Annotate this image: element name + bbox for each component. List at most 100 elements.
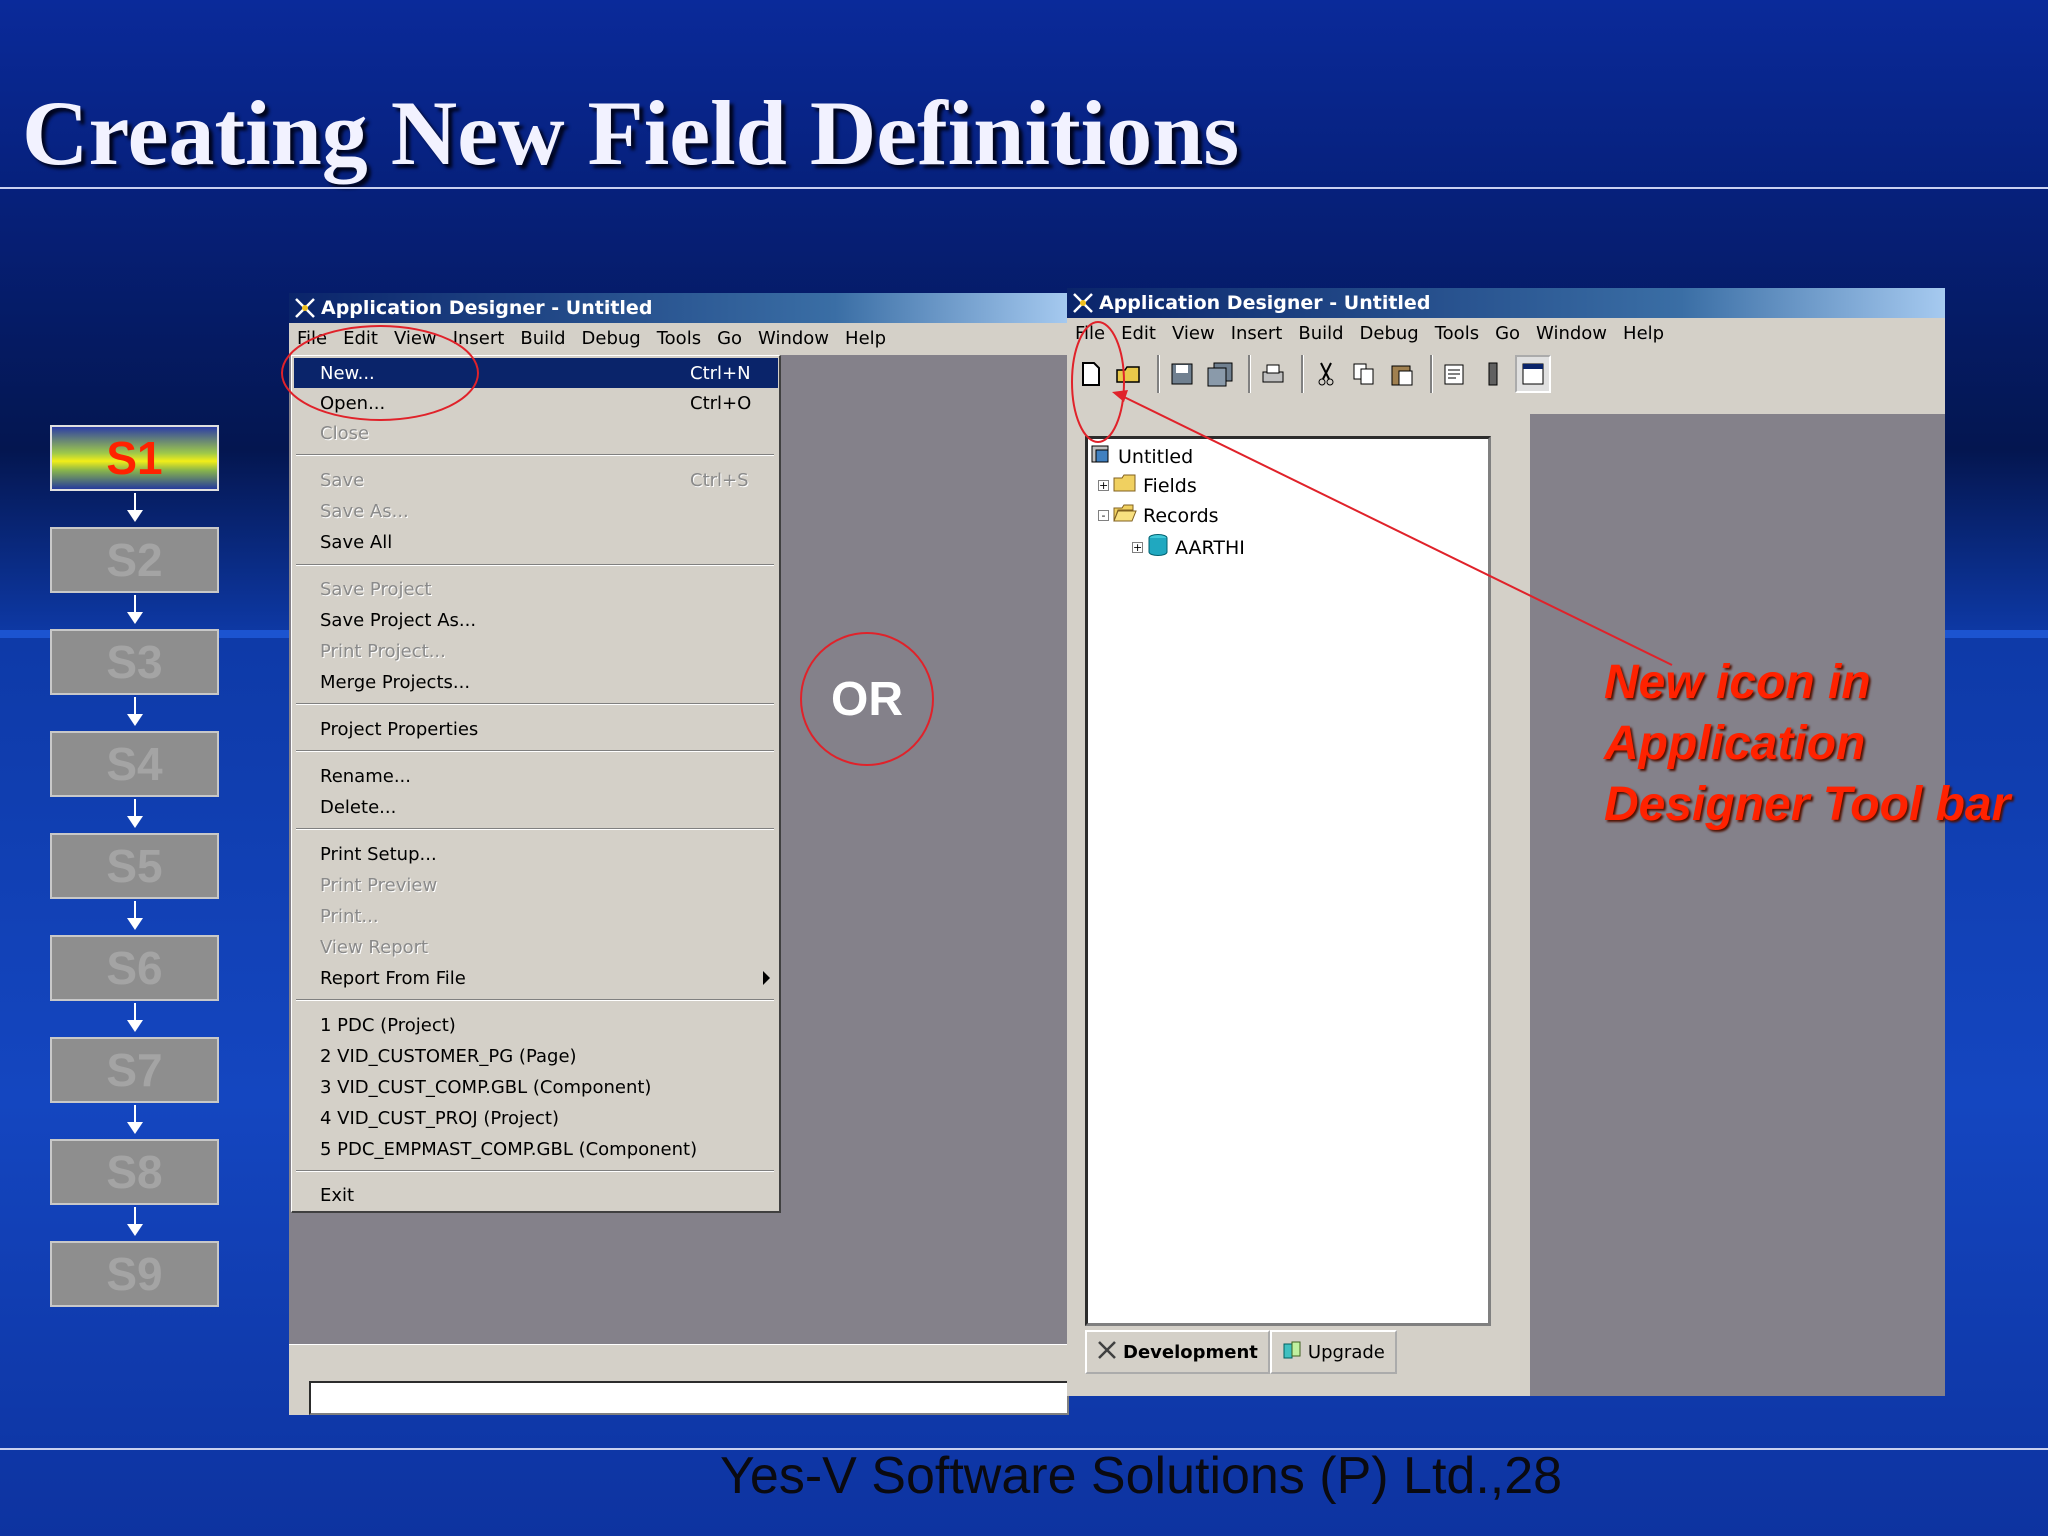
step-s6[interactable]: S6 xyxy=(50,935,219,1001)
workspace-tabs: Development Upgrade xyxy=(1085,1330,1397,1374)
menu-separator xyxy=(296,1170,774,1172)
tab-upgrade[interactable]: Upgrade xyxy=(1269,1330,1397,1374)
menu-tools[interactable]: Tools xyxy=(649,328,709,349)
menu-item-open[interactable]: Open... Ctrl+O xyxy=(294,388,778,418)
open-icon[interactable] xyxy=(1113,357,1145,391)
step-s8[interactable]: S8 xyxy=(50,1139,219,1205)
menu-separator xyxy=(296,703,774,705)
file-menu-dropdown: New... Ctrl+N Open... Ctrl+O Close Save Ctr… xyxy=(291,355,781,1213)
footer-text: Yes-V Software Solutions (P) Ltd.,28 xyxy=(720,1447,1563,1505)
toolbar-separator xyxy=(1430,355,1433,393)
menu-window[interactable]: Window xyxy=(1528,323,1615,344)
or-label: OR xyxy=(800,632,934,766)
menu-item-recent-4[interactable]: 4 VID_CUST_PROJ (Project) xyxy=(294,1103,778,1133)
menu-item-delete[interactable]: Delete... xyxy=(294,792,778,822)
menu-help[interactable]: Help xyxy=(837,328,894,349)
menu-view[interactable]: View xyxy=(386,328,445,349)
app-designer-icon xyxy=(1071,291,1095,315)
step-s4[interactable]: S4 xyxy=(50,731,219,797)
menu-insert[interactable]: Insert xyxy=(1223,323,1291,344)
slide-title: Creating New Field Definitions xyxy=(22,82,1240,184)
window-title: Application Designer - Untitled xyxy=(321,297,653,319)
toolbar-separator xyxy=(1301,355,1304,393)
menu-item-recent-1[interactable]: 1 PDC (Project) xyxy=(294,1010,778,1040)
menu-item-recent-5[interactable]: 5 PDC_EMPMAST_COMP.GBL (Component) xyxy=(294,1134,778,1164)
tab-development[interactable]: Development xyxy=(1085,1330,1270,1374)
menu-file[interactable]: File xyxy=(289,328,335,349)
menu-item-recent-2[interactable]: 2 VID_CUSTOMER_PG (Page) xyxy=(294,1041,778,1071)
project-icon xyxy=(1090,443,1112,470)
menu-item-recent-3[interactable]: 3 VID_CUST_COMP.GBL (Component) xyxy=(294,1072,778,1102)
menu-item-save-project-as[interactable]: Save Project As... xyxy=(294,605,778,635)
menu-item-print: Print... xyxy=(320,905,379,927)
output-window[interactable] xyxy=(309,1381,1069,1415)
menu-help[interactable]: Help xyxy=(1615,323,1672,344)
copy-icon[interactable] xyxy=(1348,357,1380,391)
menu-window[interactable]: Window xyxy=(750,328,837,349)
save-icon[interactable] xyxy=(1166,357,1198,391)
toolbar-separator xyxy=(1157,355,1160,393)
properties-icon[interactable] xyxy=(1439,357,1471,391)
step-s2[interactable]: S2 xyxy=(50,527,219,593)
step-s9[interactable]: S9 xyxy=(50,1241,219,1307)
print-icon[interactable] xyxy=(1257,357,1289,391)
tree-node-aarthi[interactable]: + AARTHI xyxy=(1132,533,1245,562)
menu-go[interactable]: Go xyxy=(1487,323,1528,344)
menu-build[interactable]: Build xyxy=(512,328,573,349)
title-divider xyxy=(0,187,2048,189)
new-icon[interactable] xyxy=(1075,357,1107,391)
menu-tools[interactable]: Tools xyxy=(1427,323,1487,344)
menu-item-save-all[interactable]: Save All xyxy=(294,527,778,557)
menu-debug[interactable]: Debug xyxy=(1352,323,1427,344)
menu-item-save-project: Save Project xyxy=(320,578,432,600)
menu-item-report-from-file[interactable]: Report From File xyxy=(294,963,778,993)
menu-item-project-properties[interactable]: Project Properties xyxy=(294,714,778,744)
expand-icon[interactable]: + xyxy=(1098,480,1109,491)
menu-separator xyxy=(296,999,774,1001)
project-workspace-tree[interactable]: Untitled + Fields - Records + AARTHI xyxy=(1085,436,1491,1326)
menu-insert[interactable]: Insert xyxy=(445,328,513,349)
step-arrow-icon xyxy=(127,1020,143,1032)
project-workspace-icon[interactable] xyxy=(1515,355,1551,393)
app-designer-window-toolbar: Application Designer - Untitled File Edi… xyxy=(1067,288,1945,1396)
menu-go[interactable]: Go xyxy=(709,328,750,349)
menu-item-exit[interactable]: Exit xyxy=(294,1180,778,1210)
save-all-icon[interactable] xyxy=(1204,357,1236,391)
menu-item-merge-projects[interactable]: Merge Projects... xyxy=(294,667,778,697)
menu-file[interactable]: File xyxy=(1067,323,1113,344)
menu-item-close: Close xyxy=(320,422,370,444)
paste-icon[interactable] xyxy=(1386,357,1418,391)
menu-separator xyxy=(296,750,774,752)
step-s3[interactable]: S3 xyxy=(50,629,219,695)
menu-bar: File Edit View Insert Build Debug Tools … xyxy=(289,323,1069,353)
menu-item-rename[interactable]: Rename... xyxy=(294,761,778,791)
cut-icon[interactable] xyxy=(1310,357,1342,391)
menu-item-print-setup[interactable]: Print Setup... xyxy=(294,839,778,869)
step-s7[interactable]: S7 xyxy=(50,1037,219,1103)
menu-separator xyxy=(296,454,774,456)
menu-debug[interactable]: Debug xyxy=(574,328,649,349)
menu-item-save-as: Save As... xyxy=(320,500,409,522)
menu-separator xyxy=(296,828,774,830)
expand-icon[interactable]: + xyxy=(1132,542,1143,553)
step-s5[interactable]: S5 xyxy=(50,833,219,899)
collapse-icon[interactable]: - xyxy=(1098,510,1109,521)
submenu-arrow-icon xyxy=(763,971,770,985)
menu-bar: File Edit View Insert Build Debug Tools … xyxy=(1067,318,1945,348)
menu-view[interactable]: View xyxy=(1164,323,1223,344)
window-titlebar[interactable]: Application Designer - Untitled xyxy=(289,293,1069,323)
menu-item-view-report: View Report xyxy=(320,936,429,958)
tree-node-fields[interactable]: + Fields xyxy=(1098,473,1197,498)
menu-edit[interactable]: Edit xyxy=(1113,323,1164,344)
menu-item-new[interactable]: New... Ctrl+N xyxy=(294,358,778,388)
build-icon[interactable] xyxy=(1477,357,1509,391)
menu-edit[interactable]: Edit xyxy=(335,328,386,349)
tree-node-records[interactable]: - Records xyxy=(1098,503,1219,528)
step-s1[interactable]: S1 xyxy=(50,425,219,491)
tree-root[interactable]: Untitled xyxy=(1090,443,1193,470)
menu-build[interactable]: Build xyxy=(1290,323,1351,344)
app-designer-icon xyxy=(293,296,317,320)
folder-icon xyxy=(1113,473,1137,498)
menu-item-save: Save Ctrl+S xyxy=(320,469,749,491)
window-titlebar[interactable]: Application Designer - Untitled xyxy=(1067,288,1945,318)
